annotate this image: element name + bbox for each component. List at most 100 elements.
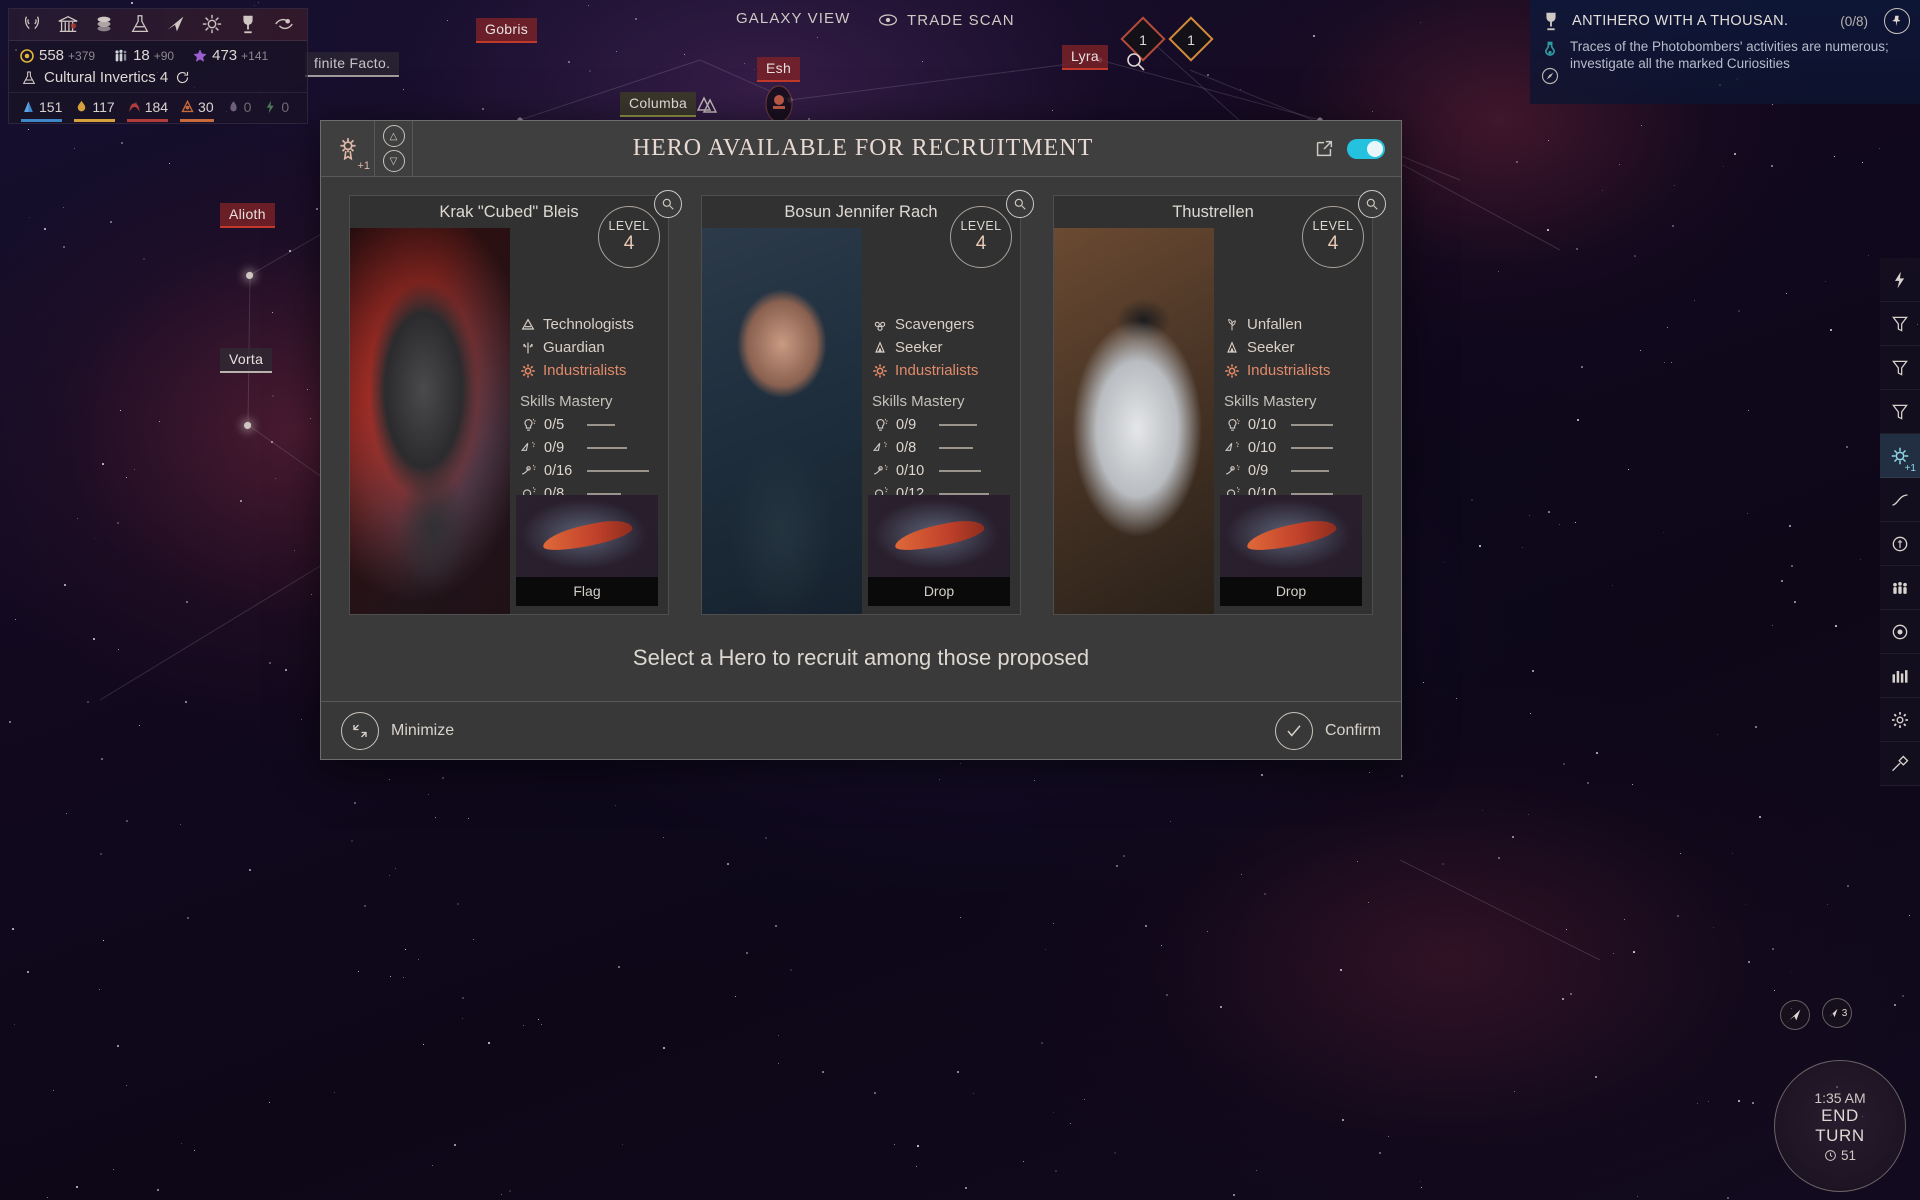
galaxy-view-button[interactable]: GALAXY VIEW	[736, 10, 850, 27]
dialog-nav-arrows[interactable]: △ ▽	[375, 120, 413, 177]
system-label-gobris[interactable]: Gobris	[476, 18, 538, 43]
fleet-badges[interactable]: 1 1	[1120, 14, 1240, 74]
affiliation-row: Seeker	[1224, 339, 1360, 356]
rail-item-funnel-c[interactable]	[1880, 390, 1920, 434]
guardian-icon	[523, 342, 533, 353]
ship-name: Flag	[516, 577, 658, 606]
hero-sun-icon	[339, 137, 356, 160]
end-turn-time: 1:35 AM	[1814, 1089, 1866, 1106]
confirm-button[interactable]: Confirm	[1274, 711, 1381, 750]
hero-card[interactable]: Thustrellen LEVEL 4 Unfallen Seeker Indu…	[1053, 190, 1386, 615]
senate-icon[interactable]	[57, 13, 79, 35]
rail-item-lightning[interactable]	[1880, 258, 1920, 302]
science-flask-icon[interactable]	[129, 13, 151, 35]
rail-item-people[interactable]	[1880, 566, 1920, 610]
mithrite-value: 0	[243, 99, 252, 115]
resource-quadrinix[interactable]: 0	[263, 99, 289, 115]
rail-item-funnel-a[interactable]	[1880, 302, 1920, 346]
quest-description: Traces of the Photobombers' activities a…	[1570, 39, 1889, 71]
hero-recruitment-dialog[interactable]: +1 △ ▽ HERO AVAILABLE FOR RECRUITMENT Kr…	[320, 120, 1402, 760]
resource-adamantian[interactable]: 184	[126, 99, 169, 122]
rail-item-funnel-b[interactable]	[1880, 346, 1920, 390]
rail-item-heroes[interactable]: +1	[1880, 434, 1920, 478]
system-label-alioth[interactable]: Alioth	[220, 203, 275, 228]
end-turn-button[interactable]: 1:35 AM END TURN 51	[1774, 1060, 1906, 1192]
ship-thumbnail	[516, 495, 658, 577]
hud-category-icons[interactable]	[9, 9, 307, 41]
hero-card[interactable]: Krak "Cubed" Bleis LEVEL 4 Technologists…	[349, 190, 682, 615]
resource-population[interactable]: 18 +90	[113, 47, 174, 64]
hero-ship[interactable]: Drop	[868, 495, 1010, 606]
magnifier-icon[interactable]	[1358, 190, 1386, 218]
resource-titanium[interactable]: 151	[21, 99, 63, 122]
rail-item-settings[interactable]	[1880, 698, 1920, 742]
end-turn-control[interactable]: 1:35 AM END TURN 51	[1774, 1060, 1906, 1192]
affiliation-name: Scavengers	[895, 316, 975, 333]
ship-thumbnail	[868, 495, 1010, 577]
population-delta: +90	[153, 48, 175, 63]
trophy-icon[interactable]	[237, 13, 259, 35]
ship-shortcut-button[interactable]	[1780, 1000, 1810, 1030]
system-node-alioth[interactable]	[246, 272, 253, 279]
chevron-down-icon[interactable]: ▽	[382, 150, 405, 172]
magnifier-glyph-icon	[1014, 198, 1026, 210]
skill-bulb-icon	[876, 418, 888, 431]
ship-icon	[1789, 1009, 1801, 1021]
hero-ship[interactable]: Drop	[1220, 495, 1362, 606]
coins-icon[interactable]	[93, 13, 115, 35]
system-label-columba[interactable]: Columba	[620, 92, 697, 117]
system-label-lyra[interactable]: Lyra	[1062, 45, 1108, 70]
resource-dust[interactable]: 558 +379	[19, 47, 95, 64]
anomaly-icon[interactable]	[692, 90, 722, 120]
system-node-vorta[interactable]	[244, 422, 251, 429]
rail-item-curve[interactable]	[1880, 478, 1920, 522]
magnifier-icon[interactable]	[654, 190, 682, 218]
system-label-esh[interactable]: Esh	[757, 57, 801, 82]
laurel-icon[interactable]	[21, 13, 43, 35]
resource-influence[interactable]: 473 +141	[192, 47, 268, 64]
fleet-shortcut-button[interactable]: 3	[1822, 998, 1852, 1028]
trade-scan-button[interactable]: TRADE SCAN	[878, 10, 1015, 30]
influence-arrow-icon[interactable]	[165, 13, 187, 35]
dialog-header: +1 △ ▽ HERO AVAILABLE FOR RECRUITMENT	[321, 120, 1401, 177]
funnel-c-icon	[1892, 404, 1908, 420]
pin-icon[interactable]	[1884, 8, 1910, 34]
system-label-vorta[interactable]: Vorta	[220, 348, 273, 373]
quest-tracker[interactable]: ANTIHERO WITH A THOUSAN. (0/8) Traces of…	[1530, 0, 1920, 104]
hero-portrait	[350, 228, 510, 614]
resource-hyperium[interactable]: 117	[74, 99, 115, 122]
rail-item-hammer[interactable]	[1880, 742, 1920, 786]
sun-burst-icon[interactable]	[201, 13, 223, 35]
right-icon-rail[interactable]: +1	[1880, 258, 1920, 786]
skill-row: 0/8	[872, 439, 1008, 456]
industrialists-icon	[1225, 363, 1239, 378]
galaxy-view-label: GALAXY VIEW	[736, 10, 851, 27]
skill-value: 0/9	[896, 416, 917, 433]
skill-row: 0/5	[520, 416, 656, 433]
svg-text:1: 1	[1139, 32, 1147, 48]
hero-ship[interactable]: Flag	[516, 495, 658, 606]
selection-prompt: Select a Hero to recruit among those pro…	[632, 645, 1090, 670]
resource-mithrite[interactable]: 0	[226, 99, 252, 115]
resource-orichalcix[interactable]: 30	[180, 99, 214, 122]
rail-item-coin[interactable]	[1880, 522, 1920, 566]
dialog-visibility-toggle[interactable]	[1347, 138, 1385, 159]
rail-item-coin2[interactable]	[1880, 610, 1920, 654]
dialog-header-actions[interactable]	[1313, 138, 1401, 160]
skill-row: 0/10	[872, 462, 1008, 479]
research-progress[interactable]: Cultural Invertics 4	[9, 66, 307, 93]
external-link-icon[interactable]	[1313, 138, 1335, 160]
rail-item-city[interactable]	[1880, 654, 1920, 698]
empire-resource-hud: 558 +379 18 +90 473 +141 Cultural Invert…	[8, 8, 308, 124]
magnifier-icon[interactable]	[1006, 190, 1034, 218]
funnel-a-icon	[1892, 316, 1908, 332]
hero-card[interactable]: Bosun Jennifer Rach LEVEL 4 Scavengers S…	[701, 190, 1034, 615]
hero-affiliations: Technologists Guardian Industrialists	[520, 316, 656, 379]
minimize-button[interactable]: Minimize	[341, 711, 454, 750]
quest-header: ANTIHERO WITH A THOUSAN. (0/8)	[1540, 8, 1910, 34]
diplomacy-handshake-icon[interactable]	[273, 13, 295, 35]
level-word: LEVEL	[1312, 219, 1354, 233]
pirate-marker-icon[interactable]	[762, 84, 796, 124]
system-label-finite-facto[interactable]: finite Facto.	[305, 52, 400, 77]
chevron-up-icon[interactable]: △	[382, 125, 405, 147]
